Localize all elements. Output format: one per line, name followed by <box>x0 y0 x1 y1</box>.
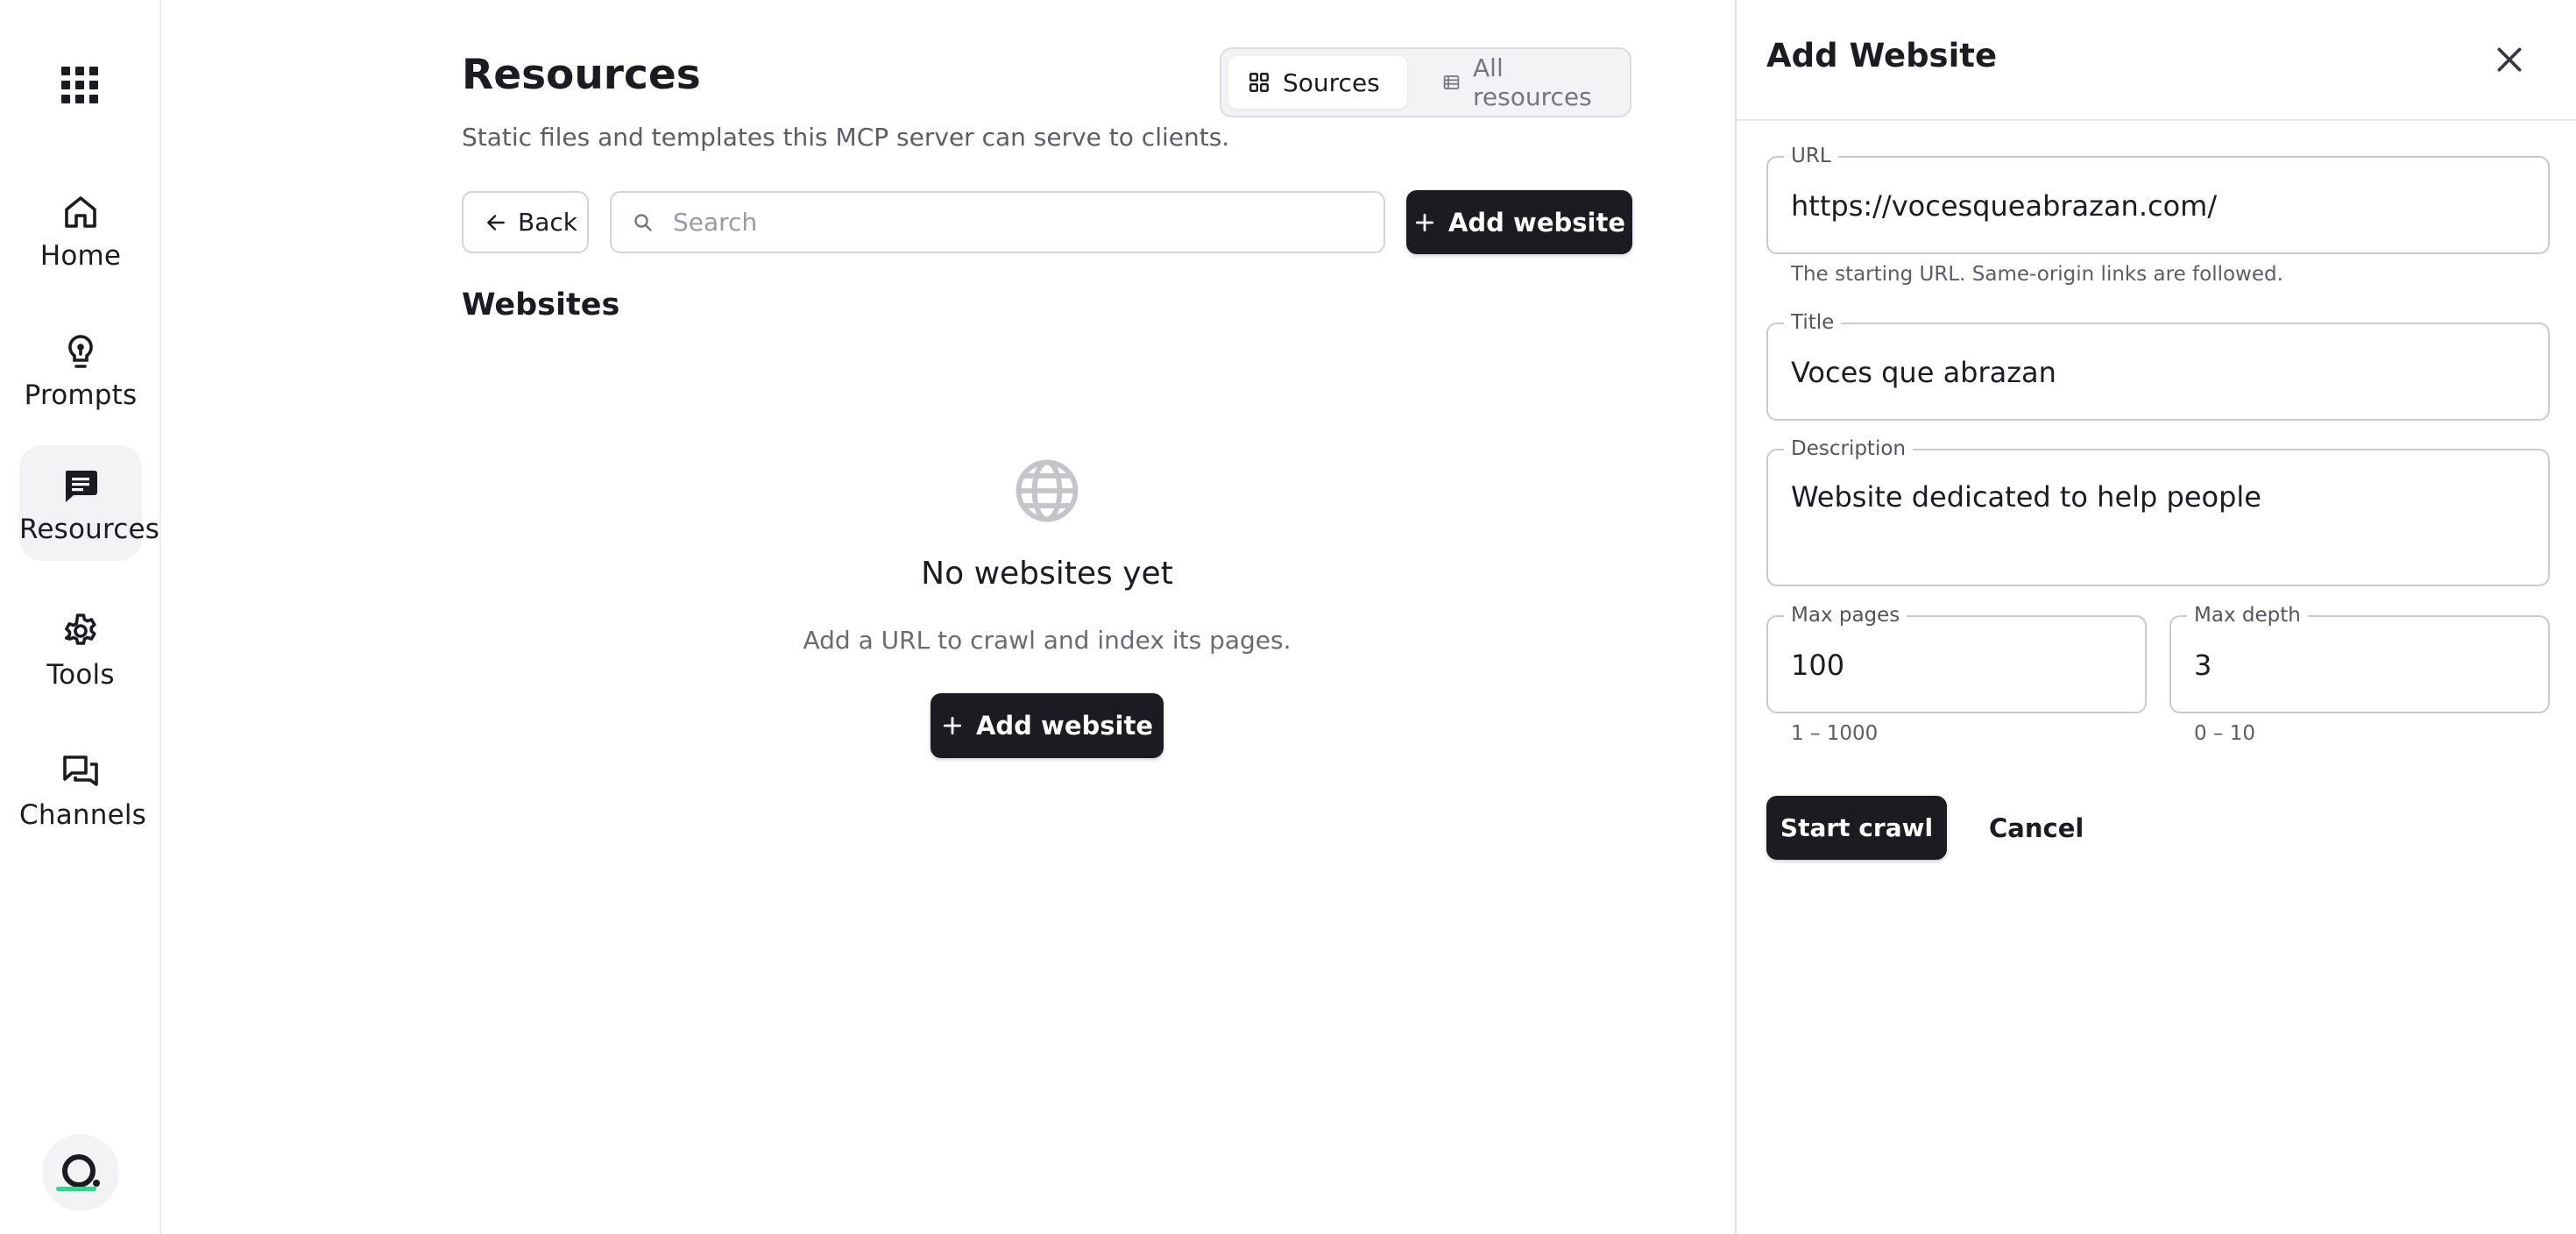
toggle-label: All resources <box>1473 53 1592 111</box>
avatar[interactable] <box>42 1134 119 1211</box>
toggle-sources[interactable]: Sources <box>1228 56 1407 109</box>
sidebar-item-channels[interactable]: Channels <box>19 731 147 847</box>
description-field[interactable]: Description Website dedicated to help pe… <box>1766 436 2550 586</box>
home-icon <box>65 196 96 228</box>
start-crawl-button[interactable]: Start crawl <box>1766 796 1947 860</box>
search-input[interactable] <box>673 208 1339 237</box>
max-pages-value: 100 <box>1791 649 1845 682</box>
max-depth-field[interactable]: Max depth 3 <box>2169 603 2550 713</box>
max-depth-label: Max depth <box>2187 603 2308 628</box>
chat-bubbles-icon <box>63 755 98 786</box>
grid-icon <box>1249 73 1269 92</box>
description-label: Description <box>1784 436 1913 461</box>
sidebar-item-label: Channels <box>19 799 147 831</box>
apps-grid-icon[interactable] <box>61 67 98 103</box>
max-depth-value: 3 <box>2194 649 2212 682</box>
max-pages-helper: 1 – 1000 <box>1791 722 1879 745</box>
panel-title: Add Website <box>1766 37 1998 74</box>
sidebar: Home Prompts Resources Tools Channels <box>0 0 161 1234</box>
toggle-all-resources[interactable]: All resources <box>1423 53 1619 111</box>
empty-add-website-label: Add website <box>975 711 1153 741</box>
url-label: URL <box>1784 144 1838 168</box>
max-pages-label: Max pages <box>1784 603 1907 628</box>
url-value: https://vocesqueabrazan.com/ <box>1791 189 2218 223</box>
page-subtitle: Static files and templates this MCP serv… <box>462 123 1230 152</box>
search-icon <box>634 213 652 231</box>
add-website-panel: Add Website URL https://vocesqueabrazan.… <box>1735 0 2576 1234</box>
sidebar-item-label: Home <box>39 240 122 272</box>
sidebar-item-home[interactable]: Home <box>19 172 142 287</box>
sidebar-item-label: Resources <box>19 514 160 545</box>
gear-icon <box>65 613 96 645</box>
plus-icon <box>1415 213 1434 231</box>
panel-divider <box>1737 119 2576 121</box>
sidebar-item-prompts[interactable]: Prompts <box>19 311 142 427</box>
add-website-label: Add website <box>1447 207 1625 238</box>
sidebar-item-label: Prompts <box>24 379 138 411</box>
section-title-websites: Websites <box>462 287 620 323</box>
cancel-button[interactable]: Cancel <box>1971 796 2101 860</box>
search-box <box>610 191 1385 253</box>
page-title: Resources <box>462 51 701 99</box>
brand-logo-icon <box>56 1154 100 1191</box>
title-field[interactable]: Title Voces que abrazan <box>1766 310 2550 421</box>
view-toggle: Sources All resources <box>1220 47 1631 117</box>
plus-icon <box>943 716 962 735</box>
close-icon[interactable] <box>2492 42 2527 77</box>
title-label: Title <box>1784 310 1842 335</box>
back-label: Back <box>518 208 577 237</box>
description-value: Website dedicated to help people <box>1791 480 2261 514</box>
max-pages-field[interactable]: Max pages 100 <box>1766 603 2147 713</box>
empty-state-title: No websites yet <box>921 556 1173 592</box>
sidebar-item-tools[interactable]: Tools <box>19 591 142 706</box>
url-field[interactable]: URL https://vocesqueabrazan.com/ <box>1766 144 2550 254</box>
globe-icon <box>1016 459 1079 522</box>
max-depth-helper: 0 – 10 <box>2194 722 2256 745</box>
toggle-label: Sources <box>1283 67 1380 97</box>
list-table-icon <box>1443 75 1460 89</box>
arrow-left-icon <box>487 214 505 230</box>
sidebar-item-resources[interactable]: Resources <box>19 445 160 561</box>
add-website-button[interactable]: Add website <box>1406 190 1632 254</box>
back-button[interactable]: Back <box>462 191 589 253</box>
sidebar-item-label: Tools <box>46 659 115 691</box>
empty-state-subtitle: Add a URL to crawl and index its pages. <box>803 626 1292 655</box>
lightbulb-icon <box>68 335 93 368</box>
url-helper: The starting URL. Same-origin links are … <box>1791 263 2283 286</box>
title-value: Voces que abrazan <box>1791 356 2056 389</box>
empty-add-website-button[interactable]: Add website <box>931 693 1164 758</box>
message-square-icon <box>65 471 97 502</box>
